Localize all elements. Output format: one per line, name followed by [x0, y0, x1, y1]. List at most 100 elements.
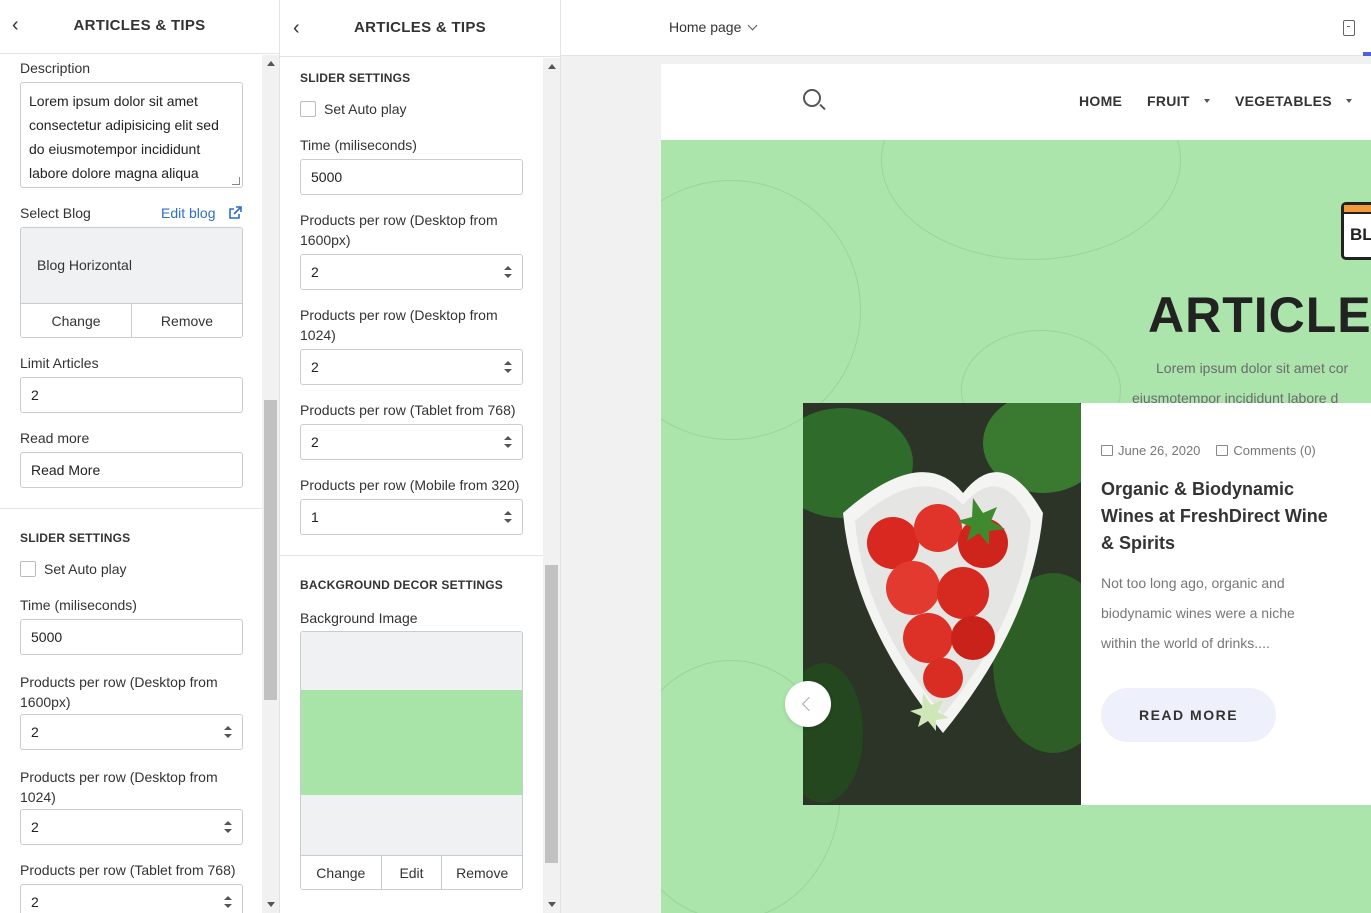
panel-scrollbar[interactable]	[262, 55, 279, 913]
description-text: Lorem ipsum dolor sit amet consectetur a…	[29, 93, 219, 181]
read-more-label: Read more	[20, 430, 90, 446]
description-textarea[interactable]: Lorem ipsum dolor sit amet consectetur a…	[20, 82, 243, 188]
divider	[280, 555, 543, 556]
bg-image-label: Background Image	[300, 610, 418, 626]
nav-vegetables-label: VEGETABLES	[1235, 93, 1332, 109]
decor-leaf	[661, 180, 861, 440]
settings-scroll-area[interactable]: Description Lorem ipsum dolor sit amet c…	[0, 55, 262, 913]
panel-title: ARTICLES & TIPS	[73, 17, 206, 34]
remove-blog-button[interactable]: Remove	[132, 304, 242, 337]
blog-badge-icon: BL	[1341, 202, 1371, 260]
chevron-down-icon	[747, 20, 758, 30]
autoplay-checkbox[interactable]	[20, 561, 36, 577]
mobile-select[interactable]: 1	[300, 499, 523, 535]
theme-preview: Home page HOME FRUIT VEGETABLES BL ARTIC…	[561, 0, 1371, 913]
edit-blog-link[interactable]: Edit blog	[161, 205, 215, 221]
tablet-label: Products per row (Tablet from 768)	[20, 862, 236, 878]
nav-home[interactable]: HOME	[1079, 93, 1122, 109]
autoplay-checkbox[interactable]	[300, 101, 316, 117]
scrollbar-thumb[interactable]	[545, 565, 558, 863]
page-selector-label: Home page	[669, 19, 742, 35]
article-comments[interactable]: Comments (0)	[1216, 443, 1316, 458]
article-comments-text: Comments (0)	[1233, 443, 1316, 458]
article-date-text: June 26, 2020	[1118, 443, 1201, 458]
nav-home-label: HOME	[1079, 93, 1123, 109]
scroll-down-arrow-icon[interactable]	[267, 902, 275, 907]
tablet-label: Products per row (Tablet from 768)	[300, 402, 516, 418]
scrollbar-thumb[interactable]	[264, 400, 277, 700]
mobile-label: Products per row (Mobile from 320)	[300, 477, 520, 493]
remove-image-button[interactable]: Remove	[442, 856, 522, 889]
desktop1024-select[interactable]: 2	[300, 349, 523, 385]
tablet-select[interactable]: 2	[20, 884, 243, 913]
time-input[interactable]: 5000	[20, 619, 243, 655]
tablet-select[interactable]: 2	[300, 424, 523, 460]
scroll-up-arrow-icon[interactable]	[267, 61, 275, 66]
panel-scrollbar[interactable]	[543, 58, 560, 913]
panel-title: ARTICLES & TIPS	[353, 19, 486, 36]
edit-icon	[1101, 445, 1113, 456]
tablet-value: 2	[31, 894, 39, 910]
decor-leaf	[881, 140, 1181, 260]
article-image[interactable]	[803, 403, 1081, 805]
hero-title: ARTICLE	[1148, 287, 1371, 343]
spinner-icon	[224, 896, 232, 908]
article-title[interactable]: Organic & Biodynamic Wines at FreshDirec…	[1101, 476, 1341, 557]
desktop1024-value: 2	[311, 359, 319, 375]
edit-image-button[interactable]: Edit	[381, 856, 443, 889]
limit-articles-label: Limit Articles	[20, 355, 99, 371]
settings-scroll-area[interactable]: SLIDER SETTINGS Set Auto play Time (mili…	[280, 58, 543, 913]
strawberries-image	[803, 403, 1081, 805]
external-link-icon[interactable]	[228, 206, 242, 220]
slider-prev-arrow-icon[interactable]	[785, 681, 831, 727]
settings-panel-right: ‹ ARTICLES & TIPS SLIDER SETTINGS Set Au…	[280, 0, 561, 913]
article-card: June 26, 2020 Comments (0) Organic & Bio…	[803, 403, 1371, 805]
spinner-icon	[504, 361, 512, 373]
desktop1024-select[interactable]: 2	[20, 809, 243, 845]
resize-grip-icon[interactable]	[232, 177, 240, 185]
change-image-button[interactable]: Change	[301, 856, 382, 889]
panel-header: ‹ ARTICLES & TIPS	[280, 0, 560, 57]
desktop1600-select[interactable]: 2	[20, 714, 243, 750]
article-meta: June 26, 2020 Comments (0)	[1101, 443, 1316, 458]
bg-image-preview	[301, 632, 522, 855]
nav-vegetables[interactable]: VEGETABLES	[1235, 93, 1352, 109]
autoplay-row[interactable]: Set Auto play	[20, 561, 127, 577]
spinner-icon	[224, 821, 232, 833]
selected-blog-name: Blog Horizontal	[21, 228, 242, 303]
device-icon[interactable]	[1343, 20, 1355, 36]
blog-picker: Blog Horizontal Change Remove	[20, 227, 243, 338]
desktop1600-select[interactable]: 2	[300, 254, 523, 290]
settings-panel-left: ‹ ARTICLES & TIPS Description Lorem ipsu…	[0, 0, 280, 913]
slider-settings-title: SLIDER SETTINGS	[300, 71, 411, 85]
time-input[interactable]: 5000	[300, 159, 523, 195]
tablet-value: 2	[311, 434, 319, 450]
page-selector[interactable]: Home page	[669, 19, 758, 35]
desktop1600-value: 2	[31, 724, 39, 740]
article-date: June 26, 2020	[1101, 443, 1200, 458]
site-preview: HOME FRUIT VEGETABLES BL ARTICLE Lorem i…	[661, 64, 1371, 913]
desktop1024-label: Products per row (Desktop from 1024)	[300, 307, 498, 343]
read-more-input[interactable]: Read More	[20, 452, 243, 488]
autoplay-row[interactable]: Set Auto play	[300, 101, 407, 117]
bg-image-picker: Change Edit Remove	[300, 631, 523, 890]
blog-badge-text: BL	[1350, 225, 1371, 244]
description-label: Description	[20, 60, 91, 76]
scroll-down-arrow-icon[interactable]	[548, 902, 556, 907]
spinner-icon	[504, 266, 512, 278]
limit-articles-input[interactable]: 2	[20, 377, 243, 413]
desktop1600-label: Products per row (Desktop from 1600px)	[20, 674, 218, 710]
bg-decor-title: BACKGROUND DECOR SETTINGS	[300, 578, 504, 592]
change-blog-button[interactable]: Change	[21, 304, 132, 337]
desktop1024-label: Products per row (Desktop from 1024)	[20, 769, 218, 805]
site-header: HOME FRUIT VEGETABLES	[661, 64, 1371, 140]
scroll-up-arrow-icon[interactable]	[548, 64, 556, 69]
comment-icon	[1216, 445, 1229, 456]
spinner-icon	[504, 511, 512, 523]
nav-fruit[interactable]: FRUIT	[1147, 93, 1210, 109]
read-more-button[interactable]: READ MORE	[1101, 688, 1276, 742]
autoplay-label: Set Auto play	[324, 101, 407, 117]
search-icon[interactable]	[803, 89, 821, 107]
desktop1600-label: Products per row (Desktop from 1600px)	[300, 212, 498, 248]
select-blog-label: Select Blog	[20, 205, 91, 221]
